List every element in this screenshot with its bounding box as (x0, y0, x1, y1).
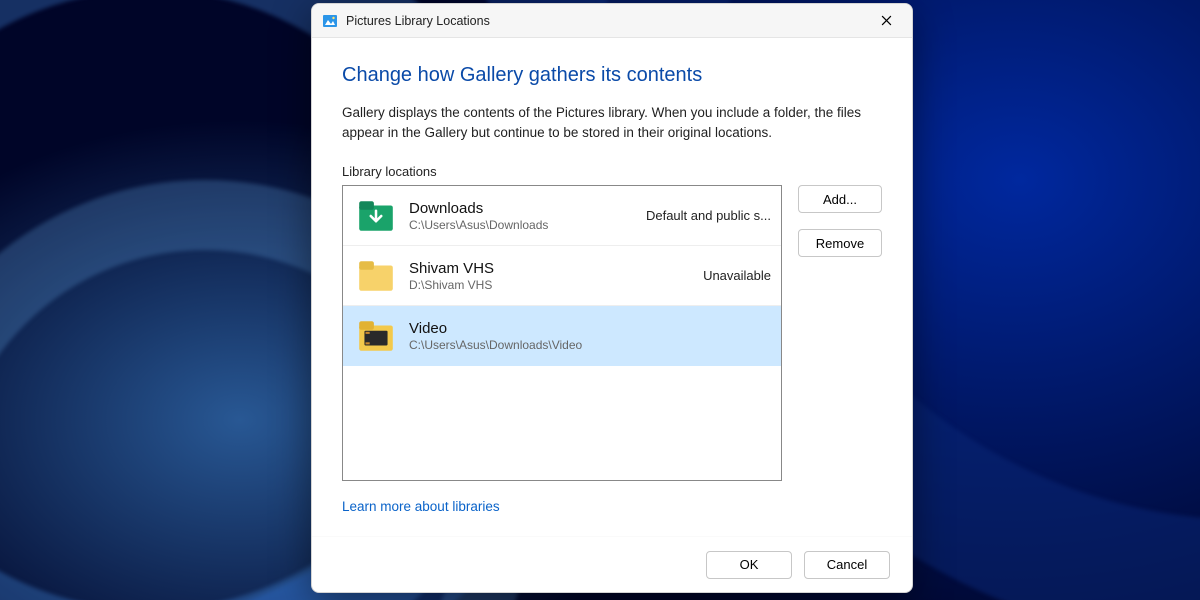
dialog-heading: Change how Gallery gathers its contents (342, 64, 882, 87)
downloads-folder-icon (355, 195, 397, 237)
titlebar[interactable]: Pictures Library Locations (312, 4, 912, 38)
close-button[interactable] (864, 4, 908, 38)
location-row[interactable]: DownloadsC:\Users\Asus\Downloads Default … (343, 186, 781, 246)
location-name: Shivam VHS (409, 260, 691, 277)
location-status: Unavailable (703, 268, 771, 283)
learn-more-link[interactable]: Learn more about libraries (342, 499, 882, 514)
ok-button[interactable]: OK (706, 551, 792, 579)
location-text: VideoC:\Users\Asus\Downloads\Video (409, 320, 759, 352)
remove-button[interactable]: Remove (798, 229, 882, 257)
cancel-button[interactable]: Cancel (804, 551, 890, 579)
location-text: Shivam VHSD:\Shivam VHS (409, 260, 691, 292)
location-text: DownloadsC:\Users\Asus\Downloads (409, 200, 634, 232)
add-button[interactable]: Add... (798, 185, 882, 213)
location-status: Default and public s... (646, 208, 771, 223)
location-path: D:\Shivam VHS (409, 278, 691, 292)
section-label: Library locations (342, 164, 882, 179)
pictures-app-icon (322, 13, 338, 29)
folder-folder-icon (355, 255, 397, 297)
video-folder-icon (355, 315, 397, 357)
location-path: C:\Users\Asus\Downloads\Video (409, 338, 759, 352)
dialog-description: Gallery displays the contents of the Pic… (342, 103, 862, 142)
dialog-footer: OK Cancel (312, 536, 912, 592)
library-locations-dialog: Pictures Library Locations Change how Ga… (311, 3, 913, 593)
location-row[interactable]: Shivam VHSD:\Shivam VHS Unavailable (343, 246, 781, 306)
location-path: C:\Users\Asus\Downloads (409, 218, 634, 232)
side-buttons: Add... Remove (798, 185, 882, 481)
location-name: Downloads (409, 200, 634, 217)
dialog-body: Change how Gallery gathers its contents … (312, 38, 912, 536)
window-title: Pictures Library Locations (346, 14, 864, 28)
desktop-background: Pictures Library Locations Change how Ga… (0, 0, 1200, 600)
locations-listbox[interactable]: DownloadsC:\Users\Asus\Downloads Default … (342, 185, 782, 481)
location-row[interactable]: VideoC:\Users\Asus\Downloads\Video (343, 306, 781, 366)
location-name: Video (409, 320, 759, 337)
close-icon (881, 15, 892, 26)
